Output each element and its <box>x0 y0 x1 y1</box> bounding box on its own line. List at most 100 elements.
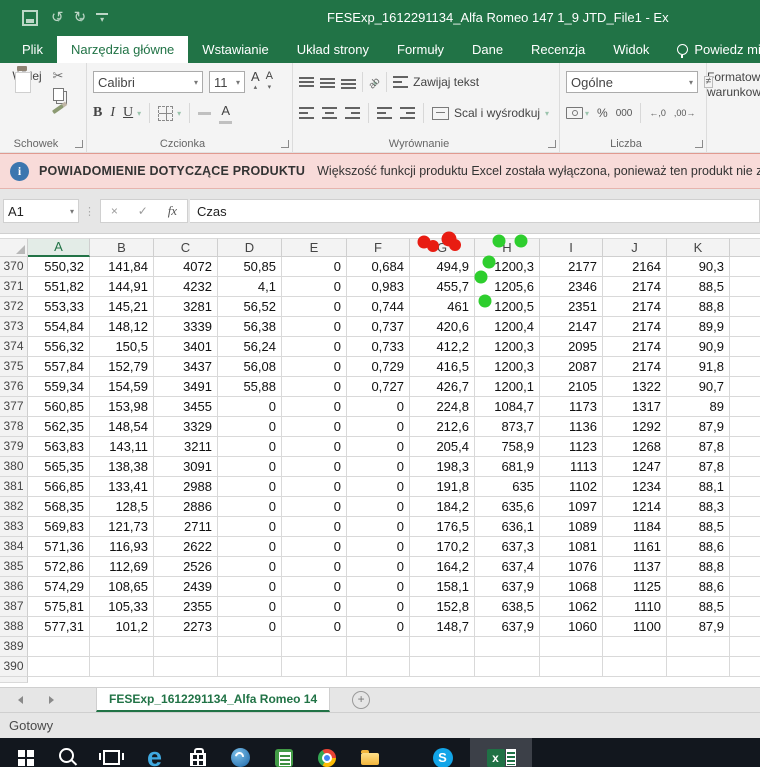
cell[interactable]: 0 <box>282 517 347 537</box>
column-header-D[interactable]: D <box>218 238 282 257</box>
row-header-386[interactable]: 386 <box>0 577 28 597</box>
taskbar-edge-button[interactable]: e <box>133 738 176 767</box>
cell[interactable] <box>347 657 410 677</box>
select-all-corner[interactable] <box>0 238 28 257</box>
cell[interactable]: 0 <box>282 337 347 357</box>
cell[interactable]: 1125 <box>603 577 667 597</box>
cell[interactable]: 170,2 <box>410 537 475 557</box>
cell[interactable]: 568,35 <box>28 497 90 517</box>
cell[interactable]: 1322 <box>603 377 667 397</box>
cell[interactable]: 0 <box>347 457 410 477</box>
cell[interactable]: 636,1 <box>475 517 540 537</box>
cell[interactable]: 176,5 <box>410 517 475 537</box>
bottom-align-icon[interactable] <box>341 75 356 89</box>
sheet-tab[interactable]: FESExp_1612291134_Alfa Romeo 14 <box>96 688 330 712</box>
row-header-384[interactable]: 384 <box>0 537 28 557</box>
format-painter-button[interactable] <box>52 104 64 114</box>
enter-button[interactable]: ✓ <box>138 204 148 218</box>
redo-button[interactable]: ↻▾ <box>74 9 84 27</box>
taskbar-search-button[interactable] <box>47 738 90 767</box>
cell[interactable] <box>730 477 760 497</box>
cell[interactable]: 91,8 <box>667 357 730 377</box>
cell[interactable]: 152,8 <box>410 597 475 617</box>
cell[interactable]: 108,65 <box>90 577 154 597</box>
cell[interactable] <box>154 637 218 657</box>
cell[interactable]: 101,2 <box>90 617 154 637</box>
cell[interactable]: 551,82 <box>28 277 90 297</box>
cell[interactable]: 554,84 <box>28 317 90 337</box>
cell[interactable]: 0 <box>282 557 347 577</box>
cell[interactable]: 87,9 <box>667 617 730 637</box>
next-sheet-icon[interactable] <box>49 696 54 704</box>
row-header-385[interactable]: 385 <box>0 557 28 577</box>
number-dialog-launcher[interactable] <box>695 140 703 148</box>
cell[interactable]: 0,983 <box>347 277 410 297</box>
cell[interactable]: 153,98 <box>90 397 154 417</box>
cell[interactable] <box>730 617 760 637</box>
new-sheet-button[interactable]: + <box>352 691 370 709</box>
cell[interactable]: 112,69 <box>90 557 154 577</box>
wrap-text-button[interactable]: Zawijaj tekst <box>393 75 479 89</box>
taskbar-microsoft-store-button[interactable] <box>176 738 219 767</box>
row-header-390[interactable]: 390 <box>0 657 28 677</box>
name-box[interactable]: A1▾ <box>3 199 79 223</box>
cell[interactable] <box>667 657 730 677</box>
cell[interactable]: 1076 <box>540 557 603 577</box>
column-header-A[interactable]: A <box>28 238 90 257</box>
cell[interactable]: 88,5 <box>667 597 730 617</box>
cell[interactable]: 56,08 <box>218 357 282 377</box>
taskbar-excel-button[interactable]: x <box>470 738 532 767</box>
cell[interactable]: 0 <box>347 617 410 637</box>
cell[interactable] <box>282 637 347 657</box>
cell[interactable]: 1268 <box>603 437 667 457</box>
cell[interactable]: 2526 <box>154 557 218 577</box>
cell[interactable]: 2174 <box>603 297 667 317</box>
cell[interactable]: 154,59 <box>90 377 154 397</box>
cell[interactable]: 0 <box>218 397 282 417</box>
cell[interactable]: 88,6 <box>667 537 730 557</box>
cell[interactable]: 569,83 <box>28 517 90 537</box>
cell[interactable]: 89,9 <box>667 317 730 337</box>
cell[interactable]: 148,12 <box>90 317 154 337</box>
previous-sheet-icon[interactable] <box>18 696 23 704</box>
cell[interactable]: 0 <box>282 537 347 557</box>
cell[interactable]: 2346 <box>540 277 603 297</box>
row-header-370[interactable]: 370 <box>0 257 28 277</box>
cell[interactable]: 184,2 <box>410 497 475 517</box>
row-header-371[interactable]: 371 <box>0 277 28 297</box>
cell[interactable]: 0 <box>282 577 347 597</box>
cell[interactable]: 637,9 <box>475 577 540 597</box>
save-icon[interactable] <box>22 10 38 26</box>
cell[interactable] <box>730 277 760 297</box>
row-header-374[interactable]: 374 <box>0 337 28 357</box>
cell[interactable] <box>730 257 760 277</box>
copy-button[interactable] <box>53 88 64 101</box>
undo-button[interactable]: ↺▾ <box>51 9 61 27</box>
align-center-icon[interactable] <box>322 107 337 119</box>
cell[interactable]: 1161 <box>603 537 667 557</box>
cell[interactable]: 121,73 <box>90 517 154 537</box>
decrease-decimal-button[interactable]: ,00→ <box>674 108 696 118</box>
column-header-H[interactable]: H <box>475 238 540 257</box>
row-header-389[interactable]: 389 <box>0 637 28 657</box>
cell[interactable]: 1123 <box>540 437 603 457</box>
cell[interactable] <box>730 517 760 537</box>
column-header-C[interactable]: C <box>154 238 218 257</box>
cell[interactable] <box>730 637 760 657</box>
cell[interactable] <box>154 657 218 677</box>
cell[interactable]: 150,5 <box>90 337 154 357</box>
taskbar-task-view-button[interactable] <box>90 738 133 767</box>
cell[interactable] <box>730 557 760 577</box>
cell[interactable]: 205,4 <box>410 437 475 457</box>
cell[interactable]: 0 <box>347 477 410 497</box>
cell[interactable]: 412,2 <box>410 337 475 357</box>
cell[interactable]: 2988 <box>154 477 218 497</box>
cell[interactable] <box>540 637 603 657</box>
cell[interactable]: 148,7 <box>410 617 475 637</box>
cell[interactable]: 138,38 <box>90 457 154 477</box>
cell[interactable] <box>730 497 760 517</box>
cell[interactable] <box>282 657 347 677</box>
cell[interactable] <box>730 397 760 417</box>
cell[interactable]: 0,737 <box>347 317 410 337</box>
cell[interactable]: 1110 <box>603 597 667 617</box>
